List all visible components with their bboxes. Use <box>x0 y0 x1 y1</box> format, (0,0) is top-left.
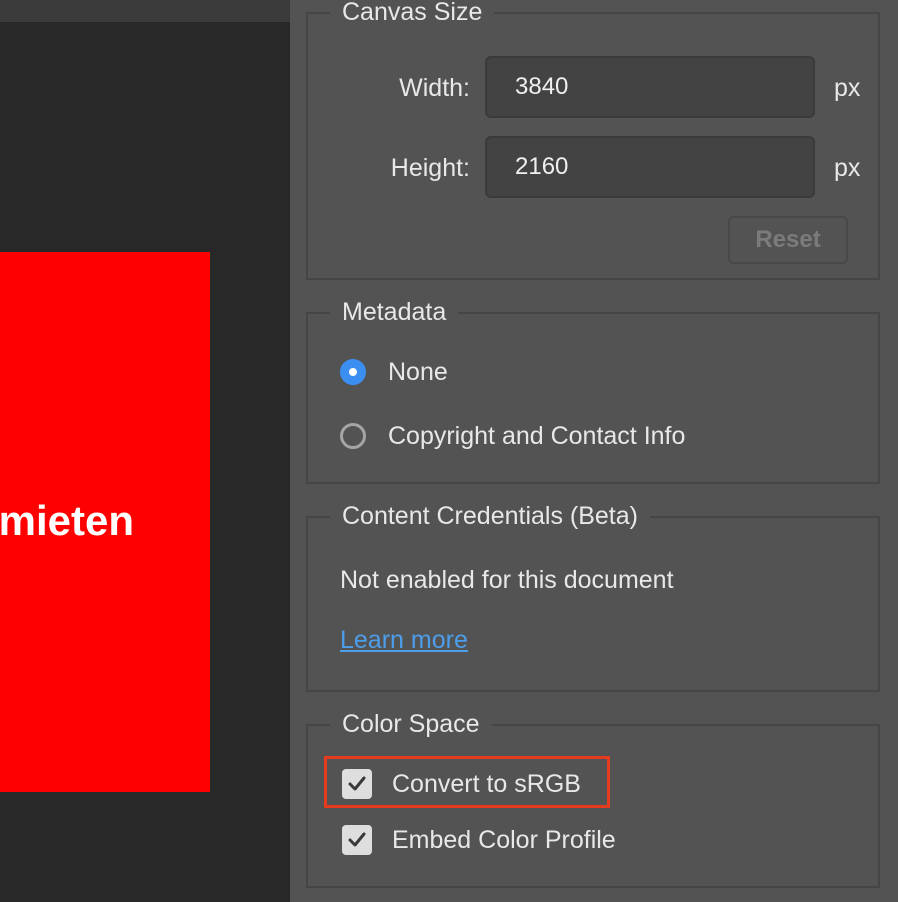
height-input[interactable] <box>485 136 815 198</box>
height-label: Height: <box>390 154 470 182</box>
width-unit: px <box>834 74 861 102</box>
height-unit: px <box>834 154 861 182</box>
annotation-highlight-box <box>324 756 610 808</box>
content-credentials-title: Content Credentials (Beta) <box>330 498 650 534</box>
metadata-option-none-label: None <box>388 357 448 386</box>
width-input[interactable] <box>485 56 815 118</box>
content-credentials-group: Content Credentials (Beta) Not enabled f… <box>306 498 880 692</box>
metadata-option-copyright[interactable]: Copyright and Contact Info <box>340 416 685 456</box>
preview-area: mieten <box>0 0 290 902</box>
metadata-group: Metadata None Copyright and Contact Info <box>306 294 880 484</box>
radio-selected-icon[interactable] <box>340 359 366 385</box>
preview-image: mieten <box>0 252 210 792</box>
reset-button[interactable]: Reset <box>728 216 848 264</box>
embed-color-profile-option[interactable]: Embed Color Profile <box>342 820 616 860</box>
width-label: Width: <box>399 74 470 102</box>
learn-more-link[interactable]: Learn more <box>340 626 468 655</box>
content-credentials-status: Not enabled for this document <box>340 566 674 594</box>
checkmark-icon <box>348 832 366 847</box>
metadata-option-none[interactable]: None <box>340 352 448 392</box>
metadata-title: Metadata <box>330 294 459 330</box>
color-space-title: Color Space <box>330 706 492 742</box>
preview-image-text: mieten <box>0 497 134 544</box>
radio-unselected-icon[interactable] <box>340 423 366 449</box>
embed-color-profile-checkbox[interactable] <box>342 825 372 855</box>
preview-canvas: mieten <box>0 22 290 902</box>
canvas-size-group: Canvas Size Width: px Height: px Reset <box>306 0 880 280</box>
canvas-size-title: Canvas Size <box>330 0 495 30</box>
embed-color-profile-label: Embed Color Profile <box>392 825 616 854</box>
metadata-option-copyright-label: Copyright and Contact Info <box>388 421 686 450</box>
